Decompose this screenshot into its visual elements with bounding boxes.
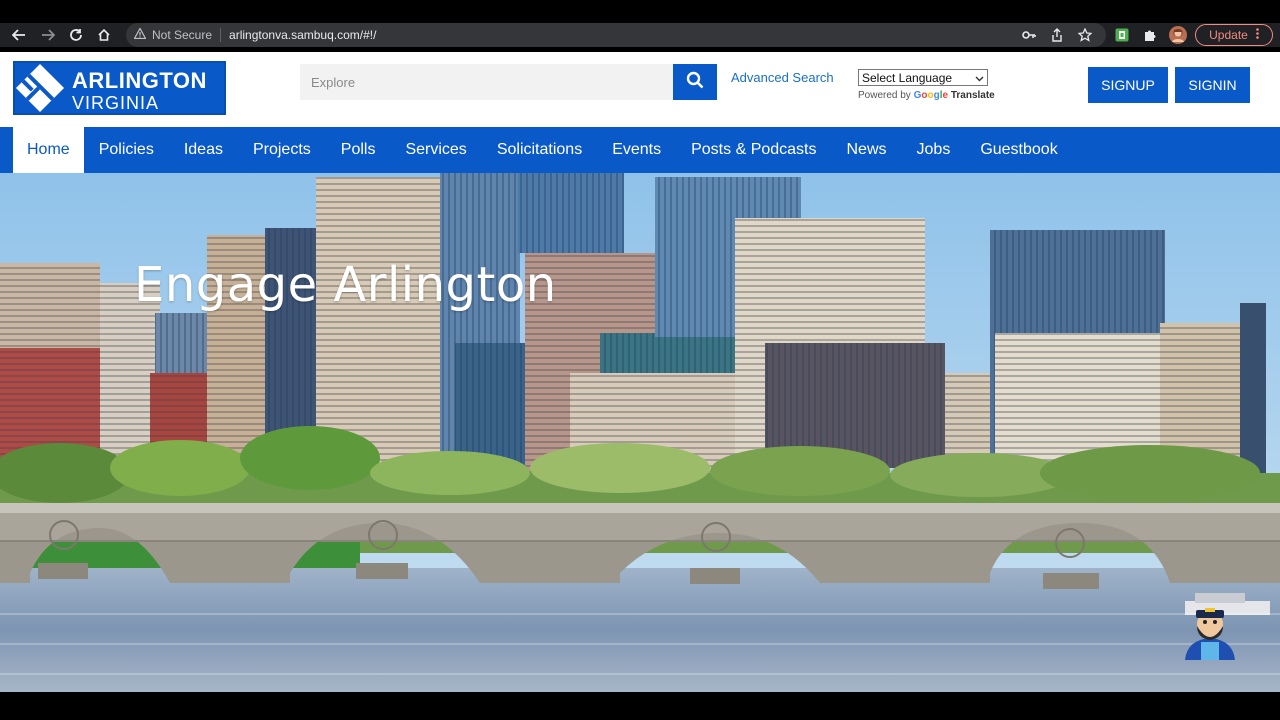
mascot-icon[interactable]: [1181, 604, 1239, 660]
search-input[interactable]: [300, 64, 673, 100]
translate-text[interactable]: Translate: [951, 90, 995, 101]
puzzle-icon[interactable]: [1141, 23, 1159, 47]
logo-title: ARLINGTON: [72, 68, 207, 93]
forward-arrow-icon[interactable]: [34, 23, 62, 47]
extension-icon[interactable]: [1113, 23, 1131, 47]
language-select-value: Select Language: [862, 70, 953, 85]
reload-icon[interactable]: [62, 23, 90, 47]
site-logo[interactable]: ARLINGTON VIRGINIA: [13, 61, 226, 115]
nav-item-guestbook[interactable]: Guestbook: [965, 127, 1072, 173]
signup-button[interactable]: SIGNUP: [1088, 67, 1168, 103]
update-label: Update: [1209, 28, 1248, 42]
chevron-down-icon: [975, 71, 984, 85]
hero-banner: Engage Arlington: [0, 173, 1280, 692]
powered-by-text: Powered by: [858, 90, 911, 101]
nav-item-policies[interactable]: Policies: [84, 127, 169, 173]
logo-subtitle: VIRGINIA: [72, 93, 160, 113]
nav-item-solicitations[interactable]: Solicitations: [482, 127, 597, 173]
url-text[interactable]: arlingtonva.sambuq.com/#!/: [229, 28, 376, 42]
address-separator: [220, 28, 222, 42]
warning-icon: [133, 27, 147, 42]
more-icon[interactable]: [1256, 28, 1259, 42]
powered-by-google: Powered by Google Translate: [858, 90, 995, 101]
search-button[interactable]: [673, 64, 717, 100]
browser-toolbar: Not Secure arlingtonva.sambuq.com/#!/ Up…: [0, 23, 1280, 47]
main-nav: Home Policies Ideas Projects Polls Servi…: [0, 127, 1280, 173]
nav-item-home[interactable]: Home: [13, 127, 84, 173]
web-page: ARLINGTON VIRGINIA Advanced Search Selec…: [0, 52, 1280, 692]
home-icon[interactable]: [90, 23, 118, 47]
nav-item-services[interactable]: Services: [390, 127, 481, 173]
nav-item-polls[interactable]: Polls: [326, 127, 391, 173]
advanced-search-link[interactable]: Advanced Search: [731, 70, 834, 85]
nav-item-events[interactable]: Events: [597, 127, 676, 173]
hero-title: Engage Arlington: [134, 257, 557, 313]
site-header: ARLINGTON VIRGINIA Advanced Search Selec…: [0, 52, 1280, 127]
nav-item-posts-podcasts[interactable]: Posts & Podcasts: [676, 127, 831, 173]
update-button[interactable]: Update: [1195, 24, 1273, 46]
hero-skyline-image: [0, 173, 1280, 692]
search-icon: [686, 71, 704, 94]
address-bar[interactable]: Not Secure arlingtonva.sambuq.com/#!/: [126, 23, 1106, 47]
nav-item-ideas[interactable]: Ideas: [169, 127, 238, 173]
share-icon[interactable]: [1048, 23, 1066, 47]
google-logo[interactable]: Google: [914, 90, 948, 101]
security-label[interactable]: Not Secure: [152, 28, 212, 42]
logo-mark-icon: [15, 63, 65, 113]
key-icon[interactable]: [1020, 23, 1038, 47]
back-arrow-icon[interactable]: [5, 23, 33, 47]
nav-item-projects[interactable]: Projects: [238, 127, 326, 173]
nav-item-jobs[interactable]: Jobs: [902, 127, 966, 173]
star-icon[interactable]: [1076, 23, 1094, 47]
signin-button[interactable]: SIGNIN: [1175, 67, 1250, 103]
nav-item-news[interactable]: News: [832, 127, 902, 173]
screen: Not Secure arlingtonva.sambuq.com/#!/ Up…: [0, 0, 1280, 720]
language-select[interactable]: Select Language: [858, 69, 988, 86]
profile-avatar-icon[interactable]: [1168, 23, 1188, 47]
